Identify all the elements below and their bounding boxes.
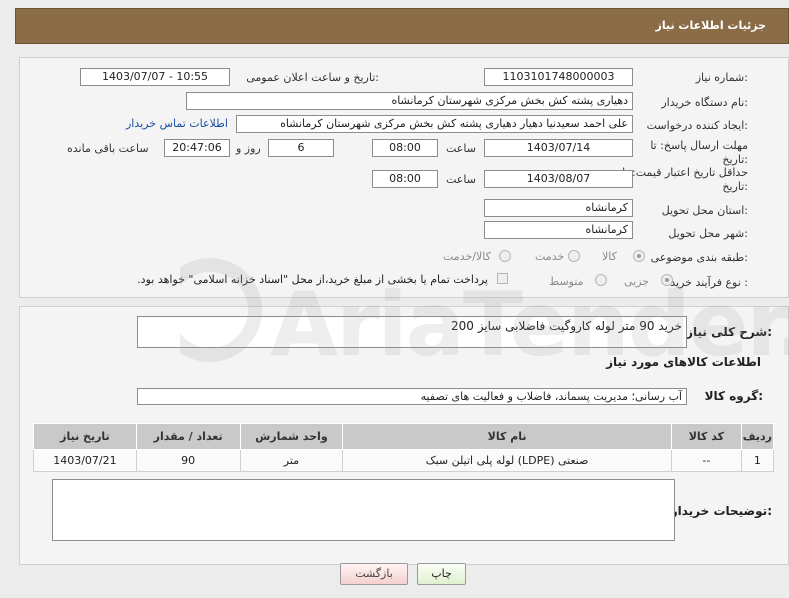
buyer-org-field: دهیاری پشته کش بخش مرکزی شهرستان کرمانشا… [186,92,633,110]
col-header-unit: واحد شمارش [239,423,344,450]
goods-section-title: اطلاعات کالاهای مورد نیاز [606,355,761,369]
col-header-name: نام کالا [342,423,672,450]
process-label: نوع فرآیند خرید : [670,276,748,289]
goods-table-header: تاریخ نیاز تعداد / مقدار واحد شمارش نام … [33,423,775,450]
process-minor-radio[interactable] [661,274,673,286]
table-row: 1403/07/21 90 متر لوله پلی اتیلن سبک (LD… [33,449,775,472]
page-header: جزئیات اطلاعات نیاز [15,8,789,44]
cell-code: -- [670,449,742,472]
col-header-row: ردیف [740,423,775,450]
col-header-code: کد کالا [670,423,742,450]
category-goods-service-label: کالا/خدمت [443,250,491,263]
category-label: طبقه بندی موضوعی: [650,251,748,264]
summary-field: خرید 90 متر لوله کاروگیت فاضلابی سایز 20… [137,316,687,348]
cell-row: 1 [740,449,775,472]
province-label: استان محل تحویل: [661,204,748,217]
remaining-days-label: روز و [236,142,261,155]
col-header-date: تاریخ نیاز [33,423,137,450]
page-title: جزئیات اطلاعات نیاز [655,19,767,32]
reply-deadline-label: مهلت ارسال پاسخ: تا [650,139,748,152]
treasury-payment-checkbox[interactable] [497,273,508,284]
city-field: کرمانشاه [484,221,633,239]
remaining-time-field: 20:47:06 [164,139,230,157]
price-validity-label-date: تاریخ: [722,180,748,193]
goods-group-label: گروه کالا: [704,389,763,403]
col-header-qty: تعداد / مقدار [135,423,241,450]
process-medium-radio[interactable] [595,274,607,286]
reply-deadline-time-field: 08:00 [372,139,438,157]
remaining-time-label: ساعت باقی مانده [67,142,149,155]
cell-name: لوله پلی اتیلن سبک (LDPE) صنعتی [342,449,672,472]
buyer-contact-link[interactable]: اطلاعات تماس خریدار [126,117,228,130]
buyer-org-label: نام دستگاه خریدار: [661,96,748,109]
category-goods-radio[interactable] [633,250,645,262]
creator-field: علی احمد سعیدنیا دهیار دهیاری پشته کش بخ… [236,115,633,133]
buyer-notes-field[interactable] [52,479,675,541]
city-label: شهر محل تحویل: [668,227,748,240]
cell-qty: 90 [135,449,241,472]
treasury-payment-note: پرداخت تمام یا بخشی از مبلغ خرید،از محل … [137,273,488,286]
category-goods-label: کالا [602,250,617,263]
reply-deadline-date-field: 1403/07/14 [484,139,633,157]
price-validity-time-label: ساعت [446,173,476,186]
reply-deadline-time-label: ساعت [446,142,476,155]
cell-date: 1403/07/21 [33,449,137,472]
goods-table: تاریخ نیاز تعداد / مقدار واحد شمارش نام … [33,423,775,472]
price-validity-label: حداقل تاریخ اعتبار قیمت: تا [622,166,748,179]
cell-unit: متر [239,449,344,472]
process-medium-label: متوسط [549,275,584,288]
category-service-radio[interactable] [568,250,580,262]
process-minor-label: جزیی [624,275,650,288]
category-goods-service-radio[interactable] [499,250,511,262]
price-validity-date-field: 1403/08/07 [484,170,633,188]
province-field: کرمانشاه [484,199,633,217]
goods-group-field: آب رسانی؛ مدیریت پسماند، فاضلاب و فعالیت… [137,388,687,405]
print-button[interactable]: چاپ [417,563,466,585]
need-number-label: شماره نیاز: [695,71,748,84]
price-validity-time-field: 08:00 [372,170,438,188]
need-number-field: 1103101748000003 [484,68,633,86]
back-button[interactable]: بازگشت [340,563,408,585]
creator-label: ایجاد کننده درخواست: [646,119,748,132]
announce-datetime-field: 1403/07/07 - 10:55 [80,68,230,86]
buyer-notes-label: توضیحات خریدار: [670,504,772,518]
summary-label: شرح کلی نیاز: [686,325,772,339]
reply-deadline-label-date: تاریخ: [722,153,748,166]
remaining-days-field: 6 [268,139,334,157]
announce-datetime-label: تاریخ و ساعت اعلان عمومی: [246,71,379,84]
category-service-label: خدمت [535,250,565,263]
